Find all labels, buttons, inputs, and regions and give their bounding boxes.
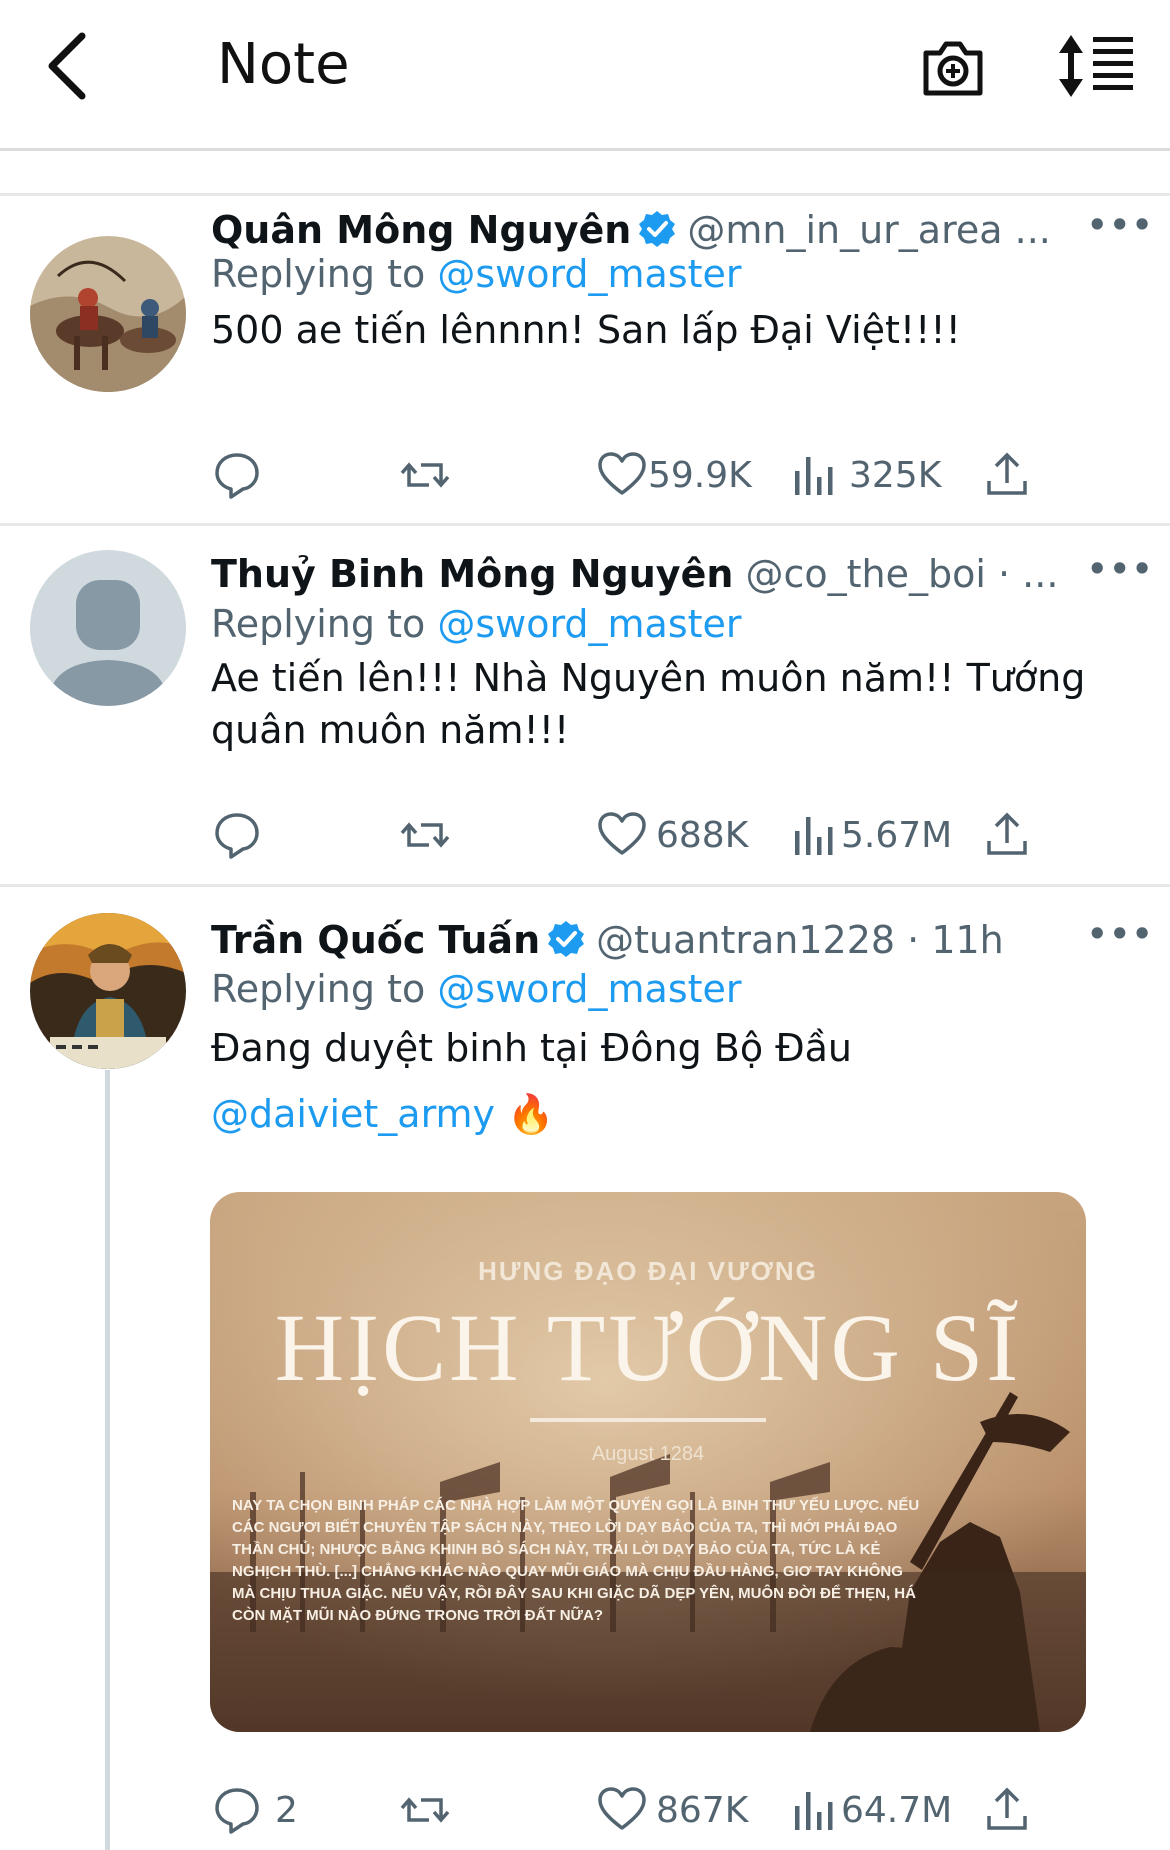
- fire-emoji: 🔥: [507, 1092, 555, 1136]
- views-count: 5.67M: [841, 814, 953, 856]
- top-bar: Note: [0, 0, 1170, 151]
- replying-to: Replying to @sword_master: [211, 602, 742, 646]
- reply-icon: [215, 1788, 259, 1834]
- like-count: 688K: [656, 814, 749, 856]
- camera-plus-icon[interactable]: [920, 33, 986, 99]
- share-button[interactable]: [981, 1782, 1033, 1838]
- tweet-actions: 688K 5.67M: [211, 807, 1041, 863]
- avatar-default[interactable]: [30, 550, 186, 706]
- tweet-header: Trần Quốc Tuấn @tuantran1228 · 11h: [211, 918, 1004, 962]
- views-icon: [795, 1792, 833, 1830]
- handle[interactable]: @co_the_boi · ...: [746, 552, 1059, 596]
- views-icon: [795, 817, 833, 855]
- reply-icon: [215, 453, 259, 499]
- mention-link[interactable]: @daiviet_army: [211, 1092, 495, 1136]
- reply-button[interactable]: 2: [211, 1782, 298, 1838]
- display-name[interactable]: Quân Mông Nguyên: [211, 208, 631, 252]
- share-icon: [987, 812, 1027, 855]
- more-icon[interactable]: •••: [1087, 206, 1154, 244]
- media-paragraph-line: NGHỊCH THÙ. [...] CHẲNG KHÁC NÀO QUAY MŨ…: [232, 1562, 903, 1580]
- views-count: 64.7M: [841, 1789, 953, 1831]
- tweet-actions: 2 867K 64.7M: [211, 1782, 1041, 1838]
- tweet-1[interactable]: Quân Mông Nguyên @mn_in_ur_area ... ••• R…: [0, 196, 1170, 523]
- views-button[interactable]: 64.7M: [789, 1782, 952, 1838]
- media-date: August 1284: [592, 1443, 704, 1465]
- chevron-left-icon[interactable]: [40, 30, 100, 102]
- share-button[interactable]: [981, 807, 1033, 863]
- replying-to: Replying to @sword_master: [211, 967, 742, 1011]
- media-title: HỊCH TƯỚNG SĨ: [275, 1294, 1021, 1401]
- replying-label: Replying to: [211, 602, 438, 646]
- tweet-text-line: Đang duyệt binh tại Đông Bộ Đầu: [211, 1026, 853, 1070]
- retweet-button[interactable]: [399, 807, 451, 863]
- media-paragraph-line: CÒN MẶT MŨI NÀO ĐỨNG TRONG TRỜI ĐẤT NỮA?: [232, 1606, 603, 1624]
- retweet-button[interactable]: [399, 1782, 451, 1838]
- like-button[interactable]: 59.9K: [596, 447, 752, 503]
- reply-button[interactable]: [211, 447, 263, 503]
- verified-icon: [639, 211, 676, 247]
- replying-mention[interactable]: @sword_master: [437, 602, 741, 646]
- share-icon: [987, 452, 1027, 495]
- like-icon: [598, 1787, 646, 1830]
- replying-to: Replying to @sword_master: [211, 252, 742, 296]
- views-button[interactable]: 5.67M: [789, 807, 952, 863]
- media-subtitle: HƯNG ĐẠO ĐẠI VƯƠNG: [478, 1256, 818, 1286]
- retweet-icon: [400, 462, 450, 488]
- replying-mention[interactable]: @sword_master: [437, 252, 741, 296]
- share-icon: [987, 1787, 1027, 1830]
- like-count: 59.9K: [648, 454, 752, 496]
- tweet-header: Thuỷ Binh Mông Nguyên @co_the_boi · ...: [211, 552, 1058, 596]
- replying-mention[interactable]: @sword_master: [437, 967, 741, 1011]
- tweet-text: Ae tiến lên!!! Nhà Nguyên muôn năm!! Tướ…: [211, 652, 1111, 756]
- tweet-text: 500 ae tiến lênnnn! San lấp Đại Việt!!!!: [211, 308, 961, 352]
- retweet-icon: [400, 1797, 450, 1823]
- reply-count: 2: [275, 1789, 298, 1831]
- tweet-media-image[interactable]: HƯNG ĐẠO ĐẠI VƯƠNG HỊCH TƯỚNG SĨ August …: [210, 1192, 1086, 1732]
- like-icon: [598, 812, 646, 855]
- tweet-text-line: quân muôn năm!!!: [211, 708, 570, 752]
- retweet-button[interactable]: [399, 447, 451, 503]
- media-paragraph-line: CÁC NGƯƠI BIẾT CHUYÊN TẬP SÁCH NÀY, THEO…: [232, 1518, 898, 1536]
- replying-label: Replying to: [211, 967, 438, 1011]
- like-count: 867K: [656, 1789, 749, 1831]
- handle[interactable]: @tuantran1228 · 11h: [596, 918, 1004, 962]
- like-button[interactable]: 867K: [596, 1782, 748, 1838]
- like-icon: [598, 452, 646, 495]
- tweet-text: Đang duyệt binh tại Đông Bộ Đầu @daiviet…: [211, 1015, 1111, 1147]
- like-button[interactable]: 688K: [596, 807, 748, 863]
- more-icon[interactable]: •••: [1087, 915, 1154, 953]
- reply-icon: [215, 813, 259, 859]
- tweet-header: Quân Mông Nguyên @mn_in_ur_area ...: [211, 208, 1051, 252]
- reply-button[interactable]: [211, 807, 263, 863]
- views-icon: [795, 457, 833, 495]
- tweet-text-line: Ae tiến lên!!! Nhà Nguyên muôn năm!! Tướ…: [211, 656, 1086, 700]
- media-paragraph-line: NAY TA CHỌN BINH PHÁP CÁC NHÀ HỢP LÀM MỘ…: [232, 1496, 919, 1514]
- avatar[interactable]: [30, 236, 186, 392]
- media-paragraph-line: MÀ CHỊU THUA GIẶC. NẾU VẬY, RỒI ĐÂY SAU …: [232, 1584, 916, 1602]
- verified-icon: [548, 921, 585, 957]
- media-paragraph-line: THẦN CHỦ; NHƯỢC BẰNG KHINH BỎ SÁCH NÀY, …: [232, 1540, 881, 1558]
- tweet-2[interactable]: Thuỷ Binh Mông Nguyên @co_the_boi · ... …: [0, 526, 1170, 884]
- retweet-icon: [400, 822, 450, 848]
- tweet-actions: 59.9K 325K: [211, 447, 1041, 503]
- replying-label: Replying to: [211, 252, 438, 296]
- more-icon[interactable]: •••: [1087, 550, 1154, 588]
- page-title: Note: [217, 32, 350, 97]
- tweet-3[interactable]: Trần Quốc Tuấn @tuantran1228 · 11h ••• Re…: [0, 887, 1170, 1843]
- handle[interactable]: @mn_in_ur_area ...: [687, 208, 1051, 252]
- avatar[interactable]: [30, 913, 186, 1069]
- sort-lines-icon[interactable]: [1057, 33, 1137, 99]
- views-count: 325K: [849, 454, 942, 496]
- display-name[interactable]: Trần Quốc Tuấn: [211, 918, 540, 962]
- share-button[interactable]: [981, 447, 1033, 503]
- display-name[interactable]: Thuỷ Binh Mông Nguyên: [211, 552, 733, 596]
- views-button[interactable]: 325K: [789, 447, 941, 503]
